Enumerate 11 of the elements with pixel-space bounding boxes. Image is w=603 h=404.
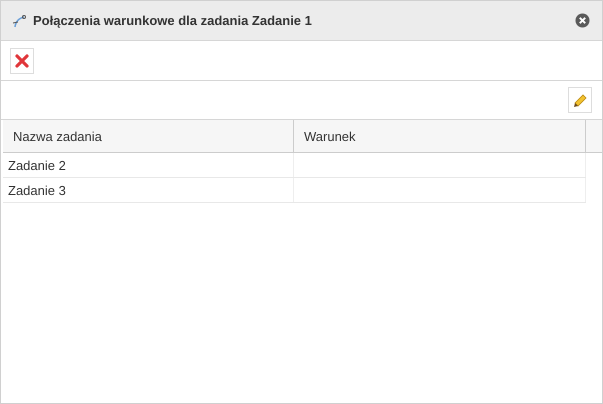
delete-icon — [15, 54, 29, 68]
edit-button[interactable] — [568, 87, 592, 113]
table-cell: Zadanie 3 — [3, 178, 294, 202]
column-header[interactable]: Nazwa zadania — [3, 120, 294, 152]
curve-icon — [12, 12, 28, 28]
table-cell: Zadanie 2 — [3, 153, 294, 177]
window-title: Połączenia warunkowe dla zadania Zadanie 1 — [33, 13, 313, 28]
pencil-icon — [572, 92, 588, 108]
close-icon[interactable] — [575, 13, 590, 28]
column-header[interactable]: Warunek — [294, 120, 586, 152]
delete-button[interactable] — [10, 48, 34, 74]
